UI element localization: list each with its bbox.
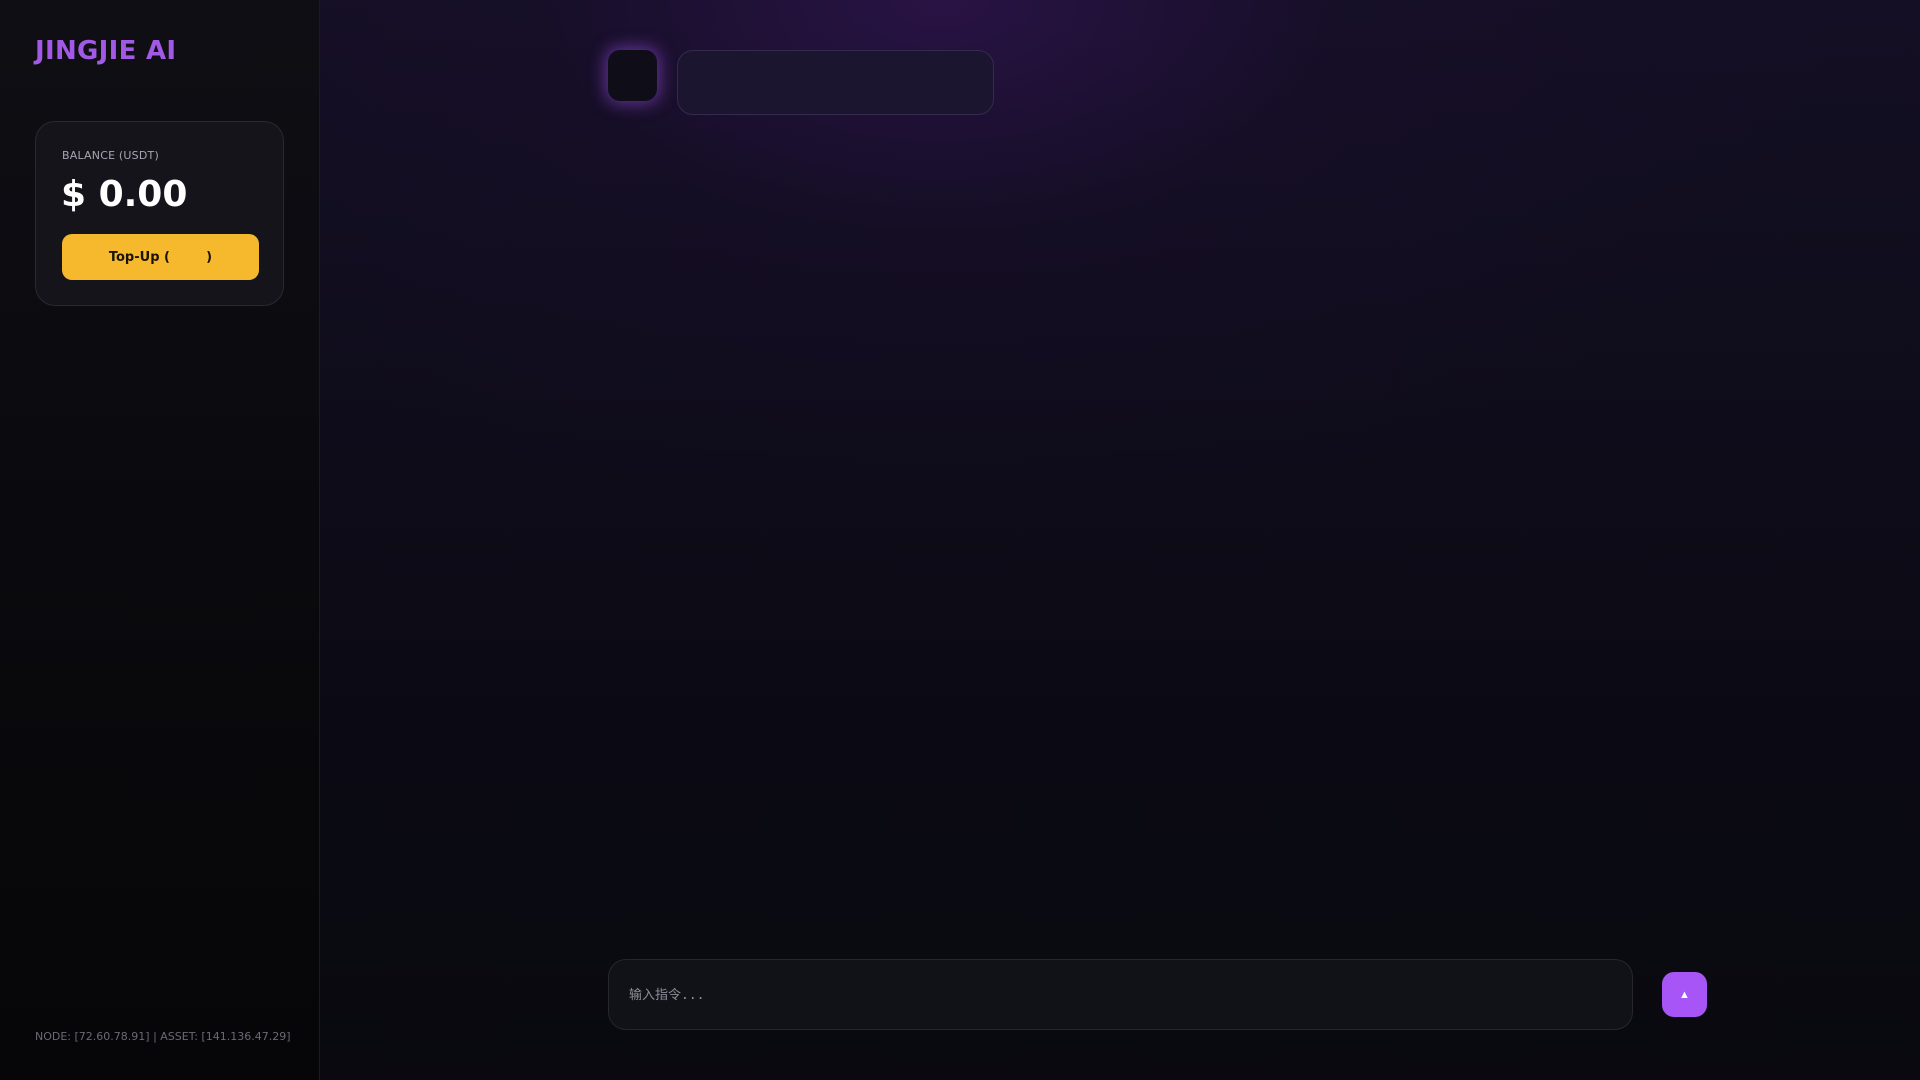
send-button[interactable]: ▲ [1662,972,1707,1017]
balance-value: $ 0.00 [61,174,188,215]
brand-logo: JINGJIE AI [35,36,177,66]
balance-card: BALANCE (USDT) $ 0.00 Top-Up ( ) [35,121,284,306]
topup-button-label: Top-Up ( ) [108,249,213,265]
assistant-avatar [608,50,657,101]
assistant-message-bubble [677,50,994,115]
chat-area: ▲ [320,0,1920,1080]
node-info: NODE: [72.60.78.91] | ASSET: [141.136.47… [35,1030,291,1043]
send-arrow-icon: ▲ [1679,988,1690,1001]
balance-label: BALANCE (USDT) [62,149,159,162]
chat-input[interactable] [629,978,1569,1012]
chat-composer: ▲ [608,959,1707,1030]
app-root: JINGJIE AI BALANCE (USDT) $ 0.00 Top-Up … [0,0,1920,1080]
sidebar: JINGJIE AI BALANCE (USDT) $ 0.00 Top-Up … [0,0,320,1080]
topup-button[interactable]: Top-Up ( ) [62,234,259,280]
